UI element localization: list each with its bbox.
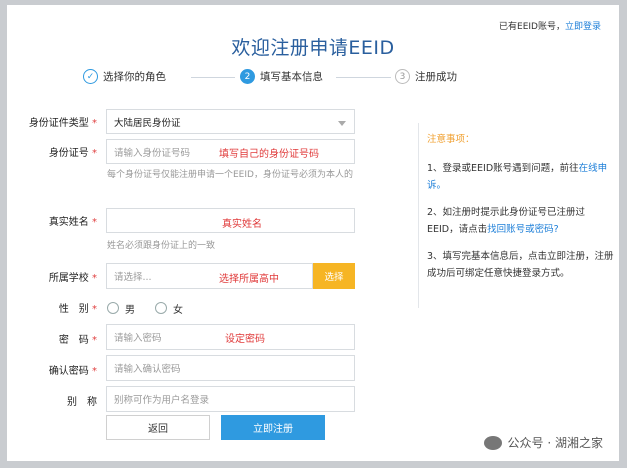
step-choose-role: ✓ 选择你的角色 (83, 69, 166, 84)
wechat-icon (483, 435, 502, 450)
id-type-value: 大陆居民身份证 (114, 117, 181, 129)
note-item-3: 3、填写完基本信息后，点击立即注册，注册成功后可绑定任意快捷登录方式。 (427, 251, 614, 279)
note-item-2: 2、如注册时提示此身份证号已注册过EEID，请点击找回账号或密码? (427, 207, 586, 235)
step-divider (336, 77, 391, 78)
step-label: 填写基本信息 (260, 71, 323, 83)
password-annotation: 设定密码 (225, 334, 265, 345)
step-number: 2 (240, 69, 255, 84)
real-name-hint: 姓名必须跟身份证上的一致 (107, 241, 216, 251)
note-item-1: 1、登录或EEID账号遇到问题，前往在线申诉。 (427, 163, 608, 191)
gender-male-radio[interactable] (107, 302, 119, 314)
gender-label: 性 别 * (58, 304, 97, 315)
step-label: 选择你的角色 (103, 71, 166, 83)
id-type-select[interactable]: 大陆居民身份证 (106, 109, 355, 134)
id-number-annotation: 填写自己的身份证号码 (219, 149, 319, 160)
id-number-label: 身份证号 * (48, 148, 97, 159)
login-link[interactable]: 立即登录 (565, 22, 601, 32)
notes-panel: 注意事项： 1、登录或EEID账号遇到问题，前往在线申诉。 2、如注册时提示此身… (418, 123, 614, 308)
page-title: 欢迎注册申请EEID (231, 37, 395, 59)
has-account-text: 已有EEID账号， (499, 22, 565, 32)
school-input[interactable]: 请选择... (106, 263, 313, 289)
back-button[interactable]: 返回 (106, 415, 210, 440)
confirm-password-placeholder: 请输入确认密码 (114, 364, 181, 375)
registration-page: 已有EEID账号，立即登录 欢迎注册申请EEID ✓ 选择你的角色 2 填写基本… (7, 5, 619, 461)
check-icon: ✓ (83, 69, 98, 84)
register-button[interactable]: 立即注册 (221, 415, 325, 440)
step-fill-info: 2 填写基本信息 (240, 69, 323, 84)
confirm-password-input[interactable]: 请输入确认密码 (106, 355, 355, 381)
id-type-label: 身份证件类型 * (28, 118, 97, 129)
real-name-label: 真实姓名 * (48, 217, 97, 228)
school-annotation: 选择所属高中 (219, 274, 279, 285)
password-label: 密 码 * (58, 335, 97, 346)
step-number: 3 (395, 69, 410, 84)
real-name-annotation: 真实姓名 (222, 219, 262, 230)
confirm-password-label: 确认密码 * (48, 366, 97, 377)
gender-female-radio[interactable] (155, 302, 167, 314)
alias-input[interactable]: 别称可作为用户名登录 (106, 386, 355, 412)
step-divider (191, 77, 235, 78)
chevron-down-icon (338, 121, 346, 126)
gender-female-label: 女 (173, 305, 183, 316)
notes-heading: 注意事项： (427, 134, 475, 145)
watermark-text: 公众号 · 湖湘之家 (507, 436, 603, 450)
watermark: 公众号 · 湖湘之家 (483, 434, 603, 451)
recover-account-link[interactable]: 找回账号或密码? (487, 224, 559, 235)
id-number-placeholder: 请输入身份证号码 (114, 147, 191, 159)
alias-placeholder: 别称可作为用户名登录 (114, 395, 210, 406)
account-prompt: 已有EEID账号，立即登录 (499, 19, 601, 32)
step-success: 3 注册成功 (395, 69, 457, 84)
password-placeholder: 请输入密码 (114, 333, 162, 344)
gender-male-label: 男 (125, 305, 135, 316)
school-label: 所属学校 * (48, 273, 97, 284)
alias-label: 别 称 (67, 397, 97, 408)
id-number-hint: 每个身份证号仅能注册申请一个EEID，身份证号必须为本人的 (107, 170, 353, 180)
school-placeholder: 请选择... (114, 272, 152, 283)
select-school-button[interactable]: 选择 (313, 263, 355, 289)
step-label: 注册成功 (415, 71, 457, 83)
